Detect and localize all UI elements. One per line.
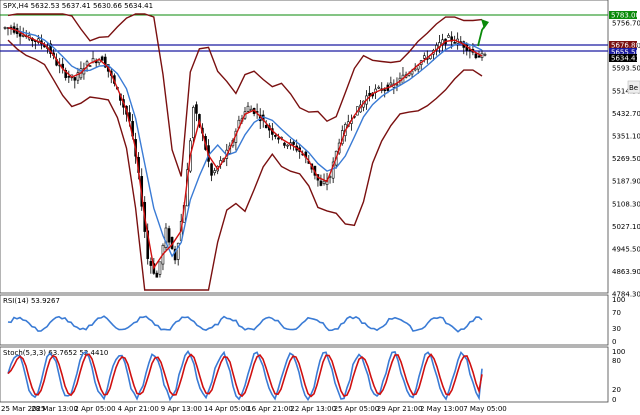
candle-body <box>246 105 250 112</box>
price-tick-label: 4945.50 <box>612 246 640 254</box>
candle-body <box>264 124 268 129</box>
candle-body <box>192 107 195 139</box>
candle-body <box>389 82 393 86</box>
rsi-header: RSI(14) 53.9267 <box>3 297 60 305</box>
candle-body <box>319 180 323 186</box>
candle-body <box>73 77 77 81</box>
time-tick-label: 2 Apr 05:00 <box>74 405 115 413</box>
candle-body <box>483 53 487 56</box>
tooltip-text: Be <box>629 84 638 92</box>
time-tick-label: 7 May 05:00 <box>463 405 507 413</box>
candle-body <box>447 35 450 38</box>
time-tick-label: 29 Apr 21:00 <box>377 405 423 413</box>
candle-body <box>100 56 104 61</box>
candle-body <box>21 35 25 37</box>
chart-header: SPX,H4 5632.53 5637.41 5630.66 5634.41 <box>3 2 153 10</box>
time-tick-label: 2 May 13:00 <box>420 405 464 413</box>
candle-body <box>277 137 280 140</box>
candle-body <box>18 33 22 37</box>
stoch-tick-label: 0 <box>612 396 616 404</box>
stoch-tick-label: 20 <box>612 386 621 394</box>
time-tick-label: 9 Apr 13:00 <box>161 405 202 413</box>
price-chart[interactable]: SPX,H4 5632.53 5637.41 5630.66 5634.41 R… <box>0 0 640 415</box>
price-tick-label: 5593.50 <box>612 65 640 73</box>
time-tick-label: 25 Apr 05:00 <box>334 405 380 413</box>
time-axis: 25 Mar 202528 Mar 13:002 Apr 05:00 4 Apr … <box>1 405 507 413</box>
price-tick-label: 5432.70 <box>612 110 640 118</box>
candle-body <box>383 89 387 92</box>
candle-body <box>210 163 213 176</box>
candle-body <box>3 27 7 29</box>
candle-body <box>167 228 171 243</box>
rsi-tick-label: 30 <box>612 325 621 333</box>
stoch-axis: 10080 20 0 <box>612 348 625 404</box>
candle-body <box>474 53 478 59</box>
price-tick-label: 5027.10 <box>612 223 640 231</box>
candle-body <box>195 104 198 114</box>
candle-body <box>477 55 481 58</box>
time-tick-label: 4 Apr 21:00 <box>118 405 159 413</box>
time-tick-label: 28 Mar 13:00 <box>31 405 78 413</box>
stoch-tick-label: 100 <box>612 348 625 356</box>
candle-body <box>274 135 277 137</box>
main-pane-frame <box>0 0 609 294</box>
candle-body <box>88 65 92 67</box>
rsi-axis: 100 70 30 0 <box>612 296 625 346</box>
time-tick-label: 22 Apr 13:00 <box>290 405 336 413</box>
rsi-tick-label: 0 <box>612 338 616 346</box>
candle-body <box>423 55 426 59</box>
rsi-tick-label: 100 <box>612 296 625 304</box>
price-tick-label: 5108.30 <box>612 200 640 208</box>
candle-body <box>286 144 289 147</box>
rsi-tick-label: 70 <box>612 309 621 317</box>
upper-green-badge-text: 5783.00 <box>611 12 640 20</box>
current-price-badge-text: 5634.41 <box>611 55 640 63</box>
candle-body <box>149 261 153 266</box>
candle-body <box>283 142 286 146</box>
candle-body <box>292 141 295 145</box>
price-tick-label: 5351.10 <box>612 133 640 141</box>
candle-body <box>377 86 381 89</box>
candle-body <box>158 261 162 275</box>
price-tick-label: 5269.50 <box>612 155 640 163</box>
candle-body <box>67 76 71 78</box>
price-tick-label: 5756.70 <box>612 20 640 28</box>
time-tick-label: 16 Apr 21:00 <box>247 405 293 413</box>
candle-body <box>322 180 326 184</box>
rsi-pane-frame <box>0 294 609 346</box>
candle-body <box>85 61 89 66</box>
price-tick-label: 4863.90 <box>612 268 640 276</box>
price-tick-label: 5187.90 <box>612 178 640 186</box>
candle-body <box>155 272 159 278</box>
time-tick-label: 14 Apr 05:00 <box>204 405 250 413</box>
candle-body <box>213 170 216 174</box>
stoch-tick-label: 80 <box>612 357 621 365</box>
candle-body <box>453 42 456 44</box>
